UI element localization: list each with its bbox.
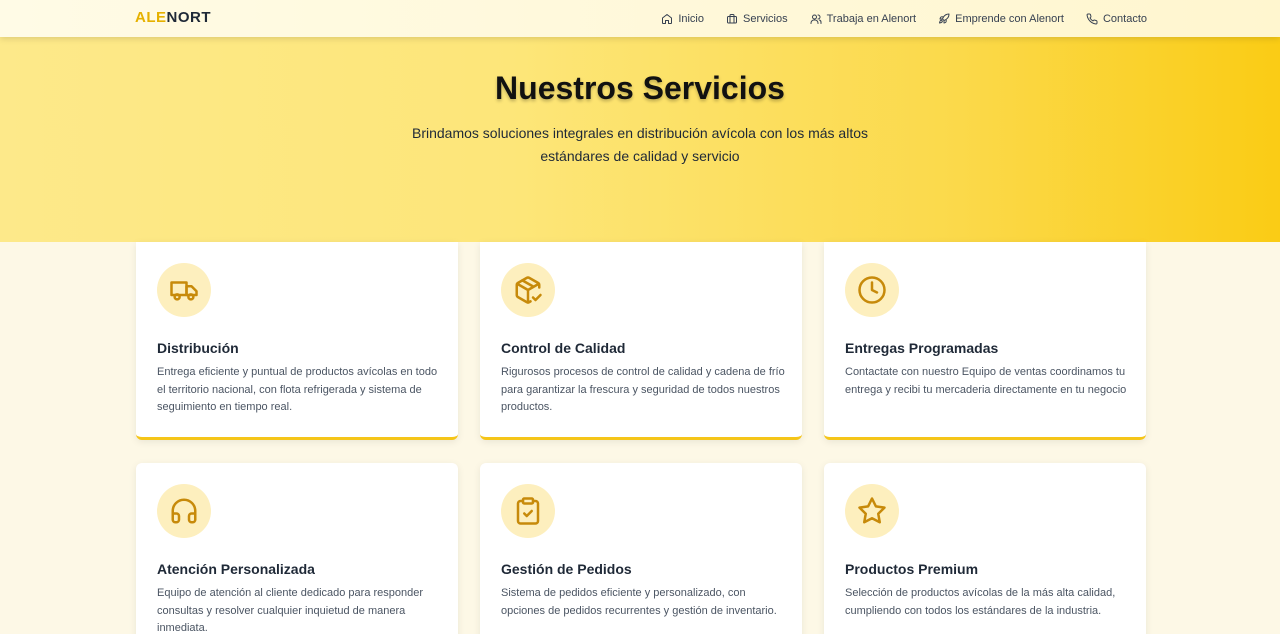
- phone-icon: [1086, 12, 1098, 24]
- clock-icon: [858, 276, 886, 304]
- service-card-distribucion: Distribución Entrega eficiente y puntual…: [136, 242, 458, 440]
- service-card-productos-premium: Productos Premium Selección de productos…: [824, 463, 1146, 634]
- nav-link-label: Inicio: [678, 12, 704, 25]
- service-title: Entregas Programadas: [845, 340, 999, 356]
- service-icon-circle: [157, 484, 211, 538]
- nav-link-emprende[interactable]: Emprende con Alenort: [938, 13, 1064, 25]
- nav-link-inicio[interactable]: Inicio: [661, 13, 704, 25]
- nav-links: Inicio Servicios Trabaja en Alenort Empr…: [661, 0, 1147, 37]
- service-description: Equipo de atención al cliente dedicado p…: [157, 587, 424, 634]
- service-title: Control de Calidad: [501, 340, 626, 356]
- nav-link-contacto[interactable]: Contacto: [1086, 13, 1147, 25]
- service-icon-circle: [501, 484, 555, 538]
- nav-link-trabaja[interactable]: Trabaja en Alenort: [810, 13, 916, 25]
- service-description: Rigurosos procesos de control de calidad…: [501, 366, 785, 413]
- navbar: ALENORT Inicio Servicios Trabaja en Alen…: [0, 0, 1280, 37]
- brand-logo-part1: ALE: [135, 9, 167, 26]
- service-description: Entrega eficiente y puntual de productos…: [157, 366, 438, 413]
- service-title: Atención Personalizada: [157, 561, 315, 577]
- service-icon-circle: [157, 263, 211, 317]
- rocket-icon: [939, 12, 950, 23]
- service-description: Selección de productos avícolas de la má…: [845, 587, 1116, 617]
- nav-link-label: Trabaja en Alenort: [826, 12, 917, 25]
- hero-subtitle: Brindamos soluciones integrales en distr…: [411, 125, 868, 164]
- service-icon-circle: [845, 484, 899, 538]
- service-icon-circle: [501, 263, 555, 317]
- service-icon-circle: [845, 263, 899, 317]
- nav-link-servicios[interactable]: Servicios: [726, 13, 788, 25]
- nav-link-label: Contacto: [1102, 12, 1147, 25]
- service-card-control-calidad: Control de Calidad Rigurosos procesos de…: [480, 242, 802, 440]
- brand-logo-part2: NORT: [166, 9, 211, 26]
- brand-logo[interactable]: ALENORT: [135, 9, 211, 26]
- briefcase-icon: [727, 13, 737, 23]
- service-title: Gestión de Pedidos: [501, 561, 632, 577]
- service-card-atencion: Atención Personalizada Equipo de atenció…: [136, 463, 458, 634]
- star-icon: [858, 497, 886, 524]
- truck-icon: [170, 281, 198, 301]
- users-icon: [810, 14, 822, 24]
- service-title: Productos Premium: [845, 561, 979, 577]
- nav-link-label: Emprende con Alenort: [955, 12, 1064, 25]
- page-title: Nuestros Servicios: [495, 70, 785, 106]
- headset-icon: [171, 498, 197, 524]
- home-icon: [662, 13, 673, 24]
- package-check-icon: [515, 276, 542, 304]
- service-title: Distribución: [157, 340, 239, 356]
- service-card-entregas-programadas: Entregas Programadas Contactate con nues…: [824, 242, 1146, 440]
- service-card-gestion-pedidos: Gestión de Pedidos Sistema de pedidos ef…: [480, 463, 802, 634]
- service-description: Sistema de pedidos eficiente y personali…: [501, 587, 777, 617]
- clipboard-check-icon: [516, 497, 540, 525]
- hero-section: Nuestros Servicios Brindamos soluciones …: [0, 37, 1280, 242]
- nav-link-label: Servicios: [743, 12, 788, 25]
- service-description: Contactate con nuestro Equipo de ventas …: [845, 366, 1127, 396]
